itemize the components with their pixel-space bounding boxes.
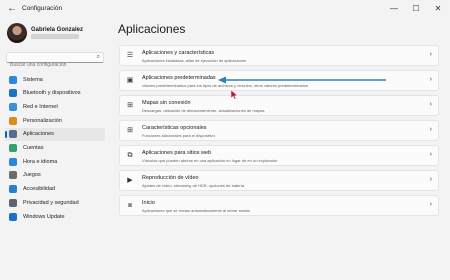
sidebar-item-red-e-internet[interactable]: Red e Internet <box>5 100 105 113</box>
card-subtitle: Funciones adicionales para el dispositiv… <box>142 132 215 138</box>
chevron-right-icon[interactable]: › <box>430 151 432 158</box>
sidebar-item-label: Juegos <box>23 172 41 179</box>
sidebar-item-label: Aplicaciones <box>23 131 54 138</box>
card-subtitle: Aplicaciones instaladas, alias de ejecuc… <box>142 57 247 63</box>
sidebar-item-juegos[interactable]: Juegos <box>5 169 105 182</box>
sidebar-item-label: Personalización <box>23 117 62 124</box>
sidebar-item-label: Red e Internet <box>23 103 58 110</box>
sidebar-item-label: Accesibilidad <box>23 186 56 193</box>
search-input[interactable] <box>7 60 90 70</box>
sidebar-item-accesibilidad[interactable]: Accesibilidad <box>5 183 105 196</box>
card-title: Mapas sin conexión <box>142 100 191 106</box>
accounts-icon <box>9 144 17 152</box>
settings-card-websites-apps[interactable]: ⧉ Aplicaciones para sitios web Vínculos qu… <box>119 145 439 166</box>
gaming-icon <box>9 171 17 180</box>
card-title: Características opcionales <box>142 125 207 131</box>
page-title: Aplicaciones <box>118 22 186 36</box>
shield-icon <box>9 198 17 207</box>
sidebar: Gabriela Gonzalez ⌕ Sistema Bluetooth y d… <box>0 18 112 280</box>
settings-card-startup[interactable]: ⧈ Inicio Aplicaciones que se inician autom… <box>119 195 439 216</box>
system-icon <box>9 75 17 84</box>
card-title: Inicio <box>142 200 155 206</box>
mouse-cursor-icon <box>231 90 239 100</box>
startup-icon: ⧈ <box>127 202 133 209</box>
title-bar: ← Configuración — ☐ ✕ <box>0 0 450 18</box>
card-subtitle: Vínculos que pueden abrirse en una aplic… <box>142 157 278 163</box>
search-icon[interactable]: ⌕ <box>97 54 100 61</box>
settings-card-video-playback[interactable]: ▶ Reproducción de vídeo Ajustes de vídeo, … <box>119 170 439 191</box>
apps-icon <box>9 130 17 139</box>
card-title: Reproducción de vídeo <box>142 175 199 181</box>
user-email-redacted <box>31 34 79 39</box>
sidebar-item-bluetooth-y-dispositivos[interactable]: Bluetooth y dispositivos <box>5 87 105 100</box>
video-playback-icon: ▶ <box>127 177 133 184</box>
windows-update-icon <box>9 212 17 221</box>
chevron-right-icon[interactable]: › <box>430 51 432 58</box>
chevron-right-icon[interactable]: › <box>430 201 432 208</box>
default-apps-icon: ▣ <box>126 77 134 84</box>
chevron-right-icon[interactable]: › <box>430 76 432 83</box>
chevron-right-icon[interactable]: › <box>430 176 432 183</box>
maximize-button[interactable]: ☐ <box>408 2 424 16</box>
apps-features-icon: ☰ <box>126 52 134 59</box>
chevron-right-icon[interactable]: › <box>430 126 432 133</box>
accessibility-icon <box>9 185 17 194</box>
sidebar-item-hora-e-idioma[interactable]: Hora e idioma <box>5 155 105 168</box>
user-name: Gabriela Gonzalez <box>31 27 84 33</box>
card-subtitle: Ajustes de vídeo, streaming de HDR, opci… <box>142 182 245 188</box>
settings-window: ← Configuración — ☐ ✕ Gabriela Gonzalez … <box>0 0 450 280</box>
minimize-button[interactable]: — <box>386 2 402 16</box>
main-content: Aplicaciones ☰ Aplicaciones y característ… <box>112 18 450 280</box>
card-title: Aplicaciones predeterminadas <box>142 75 216 81</box>
avatar[interactable] <box>7 23 27 43</box>
brush-icon <box>9 116 17 125</box>
time-language-icon <box>9 157 17 166</box>
card-subtitle: Descargas, ubicación de almacenamiento, … <box>142 107 265 113</box>
sidebar-item-label: Bluetooth y dispositivos <box>23 90 81 97</box>
sidebar-item-privacidad-y-seguridad[interactable]: Privacidad y seguridad <box>5 196 105 209</box>
card-subtitle: Aplicaciones que se inician automáticame… <box>142 207 251 213</box>
card-title: Aplicaciones para sitios web <box>142 150 212 156</box>
settings-card-apps-features[interactable]: ☰ Aplicaciones y características Aplicacio… <box>119 45 439 66</box>
sidebar-item-windows-update[interactable]: Windows Update <box>5 210 105 223</box>
sidebar-item-label: Hora e idioma <box>23 158 58 165</box>
window-title: Configuración <box>22 5 63 12</box>
close-button[interactable]: ✕ <box>430 2 446 16</box>
optional-features-icon: ⊞ <box>127 127 133 134</box>
annotation-arrow <box>218 76 386 84</box>
sidebar-item-label: Privacidad y seguridad <box>23 199 79 206</box>
settings-card-offline-maps[interactable]: ⊞ Mapas sin conexión Descargas, ubicación … <box>119 95 439 116</box>
search-box[interactable]: ⌕ <box>6 52 104 70</box>
sidebar-item-cuentas[interactable]: Cuentas <box>5 142 105 155</box>
bluetooth-icon <box>9 89 17 98</box>
websites-apps-icon: ⧉ <box>127 152 133 159</box>
card-title: Aplicaciones y características <box>142 50 215 56</box>
sidebar-item-label: Cuentas <box>23 145 44 151</box>
settings-card-optional-features[interactable]: ⊞ Características opcionales Funciones adi… <box>119 120 439 141</box>
active-indicator <box>5 130 7 138</box>
sidebar-item-label: Windows Update <box>23 213 65 220</box>
sidebar-item-sistema[interactable]: Sistema <box>5 73 105 86</box>
offline-maps-icon: ⊞ <box>127 102 133 109</box>
chevron-right-icon[interactable]: › <box>430 101 432 108</box>
sidebar-item-personalización[interactable]: Personalización <box>5 114 105 127</box>
sidebar-item-aplicaciones[interactable]: Aplicaciones <box>5 127 105 141</box>
back-arrow-icon[interactable]: ← <box>6 3 18 15</box>
network-icon <box>9 102 17 111</box>
sidebar-item-label: Sistema <box>23 76 43 83</box>
